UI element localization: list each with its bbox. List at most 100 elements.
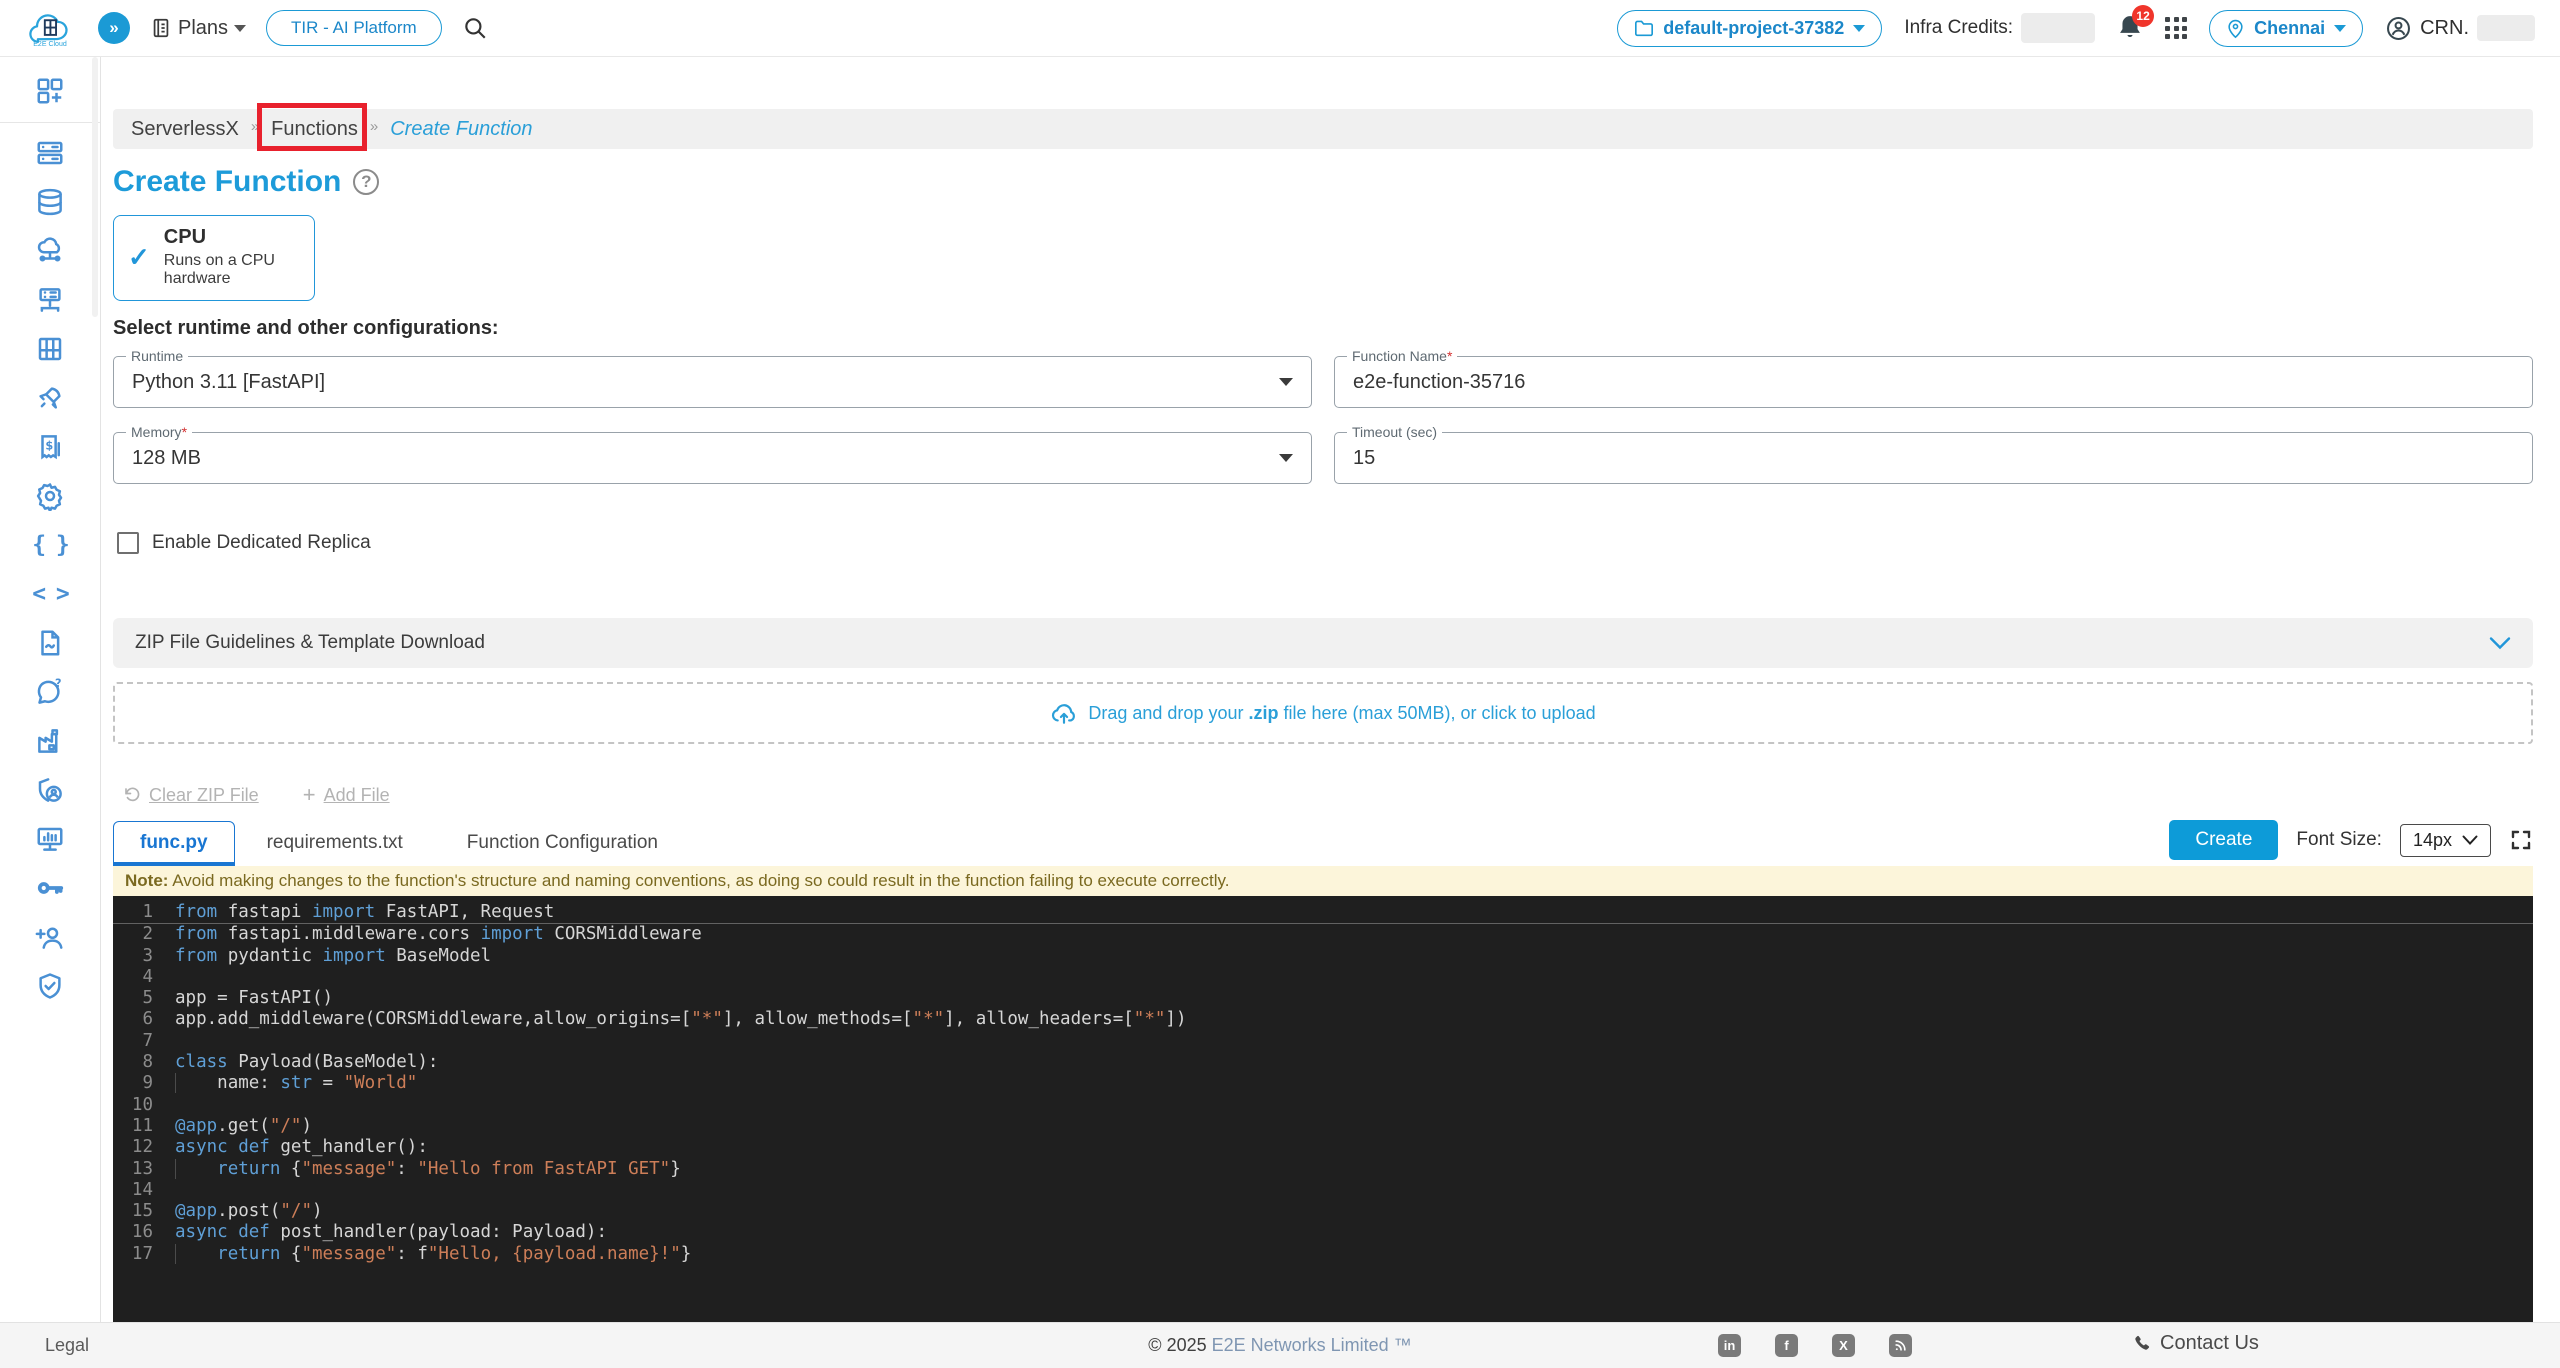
crn-account[interactable]: CRN. — [2385, 15, 2535, 42]
contact-us-link[interactable]: Contact Us — [2132, 1332, 2259, 1355]
sidebar-item-iam[interactable] — [30, 770, 70, 810]
code-line: 14 — [131, 1179, 153, 1200]
facebook-icon[interactable]: f — [1775, 1334, 1798, 1357]
e2e-cloud-logo[interactable]: E2E Cloud — [22, 9, 78, 48]
cloud-network-icon — [37, 237, 61, 262]
notification-badge: 12 — [2132, 5, 2155, 27]
note-label: Note: — [125, 871, 169, 890]
breadcrumb-functions-label: Functions — [271, 117, 358, 140]
code-line: 10 — [131, 1094, 153, 1115]
linkedin-icon[interactable]: in — [1718, 1334, 1741, 1357]
sidebar-item-code[interactable]: < > — [30, 574, 70, 614]
sidebar-item-documents[interactable] — [30, 623, 70, 663]
code-line: 2 from fastapi.middleware.cors import COR… — [142, 924, 702, 945]
sidebar-item-cloud-network[interactable] — [30, 231, 70, 271]
sidebar-item-launch-rocket[interactable] — [30, 378, 70, 418]
factory-icon — [38, 729, 59, 753]
dropzone-text: Drag and drop your .zip file here (max 5… — [1088, 702, 1596, 723]
region-selector[interactable]: Chennai — [2209, 9, 2364, 47]
tir-ai-platform-button[interactable]: TIR - AI Platform — [266, 10, 442, 46]
code-line: 13 return {"message": "Hello from FastAP… — [131, 1158, 681, 1179]
chevron-down-icon — [2462, 835, 2478, 845]
sidebar-item-server-network[interactable] — [30, 280, 70, 320]
zip-dropzone[interactable]: Drag and drop your .zip file here (max 5… — [113, 682, 2533, 744]
database-icon — [38, 188, 62, 216]
editor-note: Note: Avoid making changes to the functi… — [113, 866, 2533, 896]
sidebar-item-add-user[interactable] — [30, 917, 70, 957]
monitor-chart-icon — [37, 827, 63, 851]
create-button[interactable]: Create — [2169, 820, 2279, 860]
crn-value-redacted — [2477, 15, 2535, 41]
sidebar-item-billing[interactable]: $ — [30, 427, 70, 467]
tab-requirements-txt[interactable]: requirements.txt — [235, 820, 435, 866]
cpu-hardware-card[interactable]: ✓ CPU Runs on a CPU hardware — [113, 215, 315, 301]
tab-func-py[interactable]: func.py — [113, 821, 235, 866]
notifications-button[interactable]: 12 — [2117, 5, 2155, 42]
gear-icon — [36, 483, 63, 511]
code-line: 3 from pydantic import BaseModel — [142, 945, 492, 966]
dedicated-replica-option[interactable]: Enable Dedicated Replica — [117, 532, 2533, 554]
function-name-field[interactable]: Function Name* e2e-function-35716 — [1334, 348, 2533, 408]
clear-zip-button[interactable]: Clear ZIP File — [123, 785, 259, 806]
code-brackets-icon: < > — [32, 581, 70, 607]
dedicated-replica-checkbox[interactable] — [117, 532, 139, 554]
sidebar-item-dashboard[interactable] — [30, 71, 70, 111]
cloud-upload-icon — [1052, 704, 1076, 724]
sidebar-item-api[interactable]: { } — [30, 525, 70, 565]
add-user-icon — [35, 927, 63, 949]
sidebar-item-compute-nodes[interactable] — [30, 133, 70, 173]
breadcrumb-separator: » — [369, 117, 379, 135]
sidebar-item-security[interactable] — [30, 966, 70, 1006]
runtime-value: Python 3.11 [FastAPI] — [132, 370, 326, 393]
sidebar-item-database[interactable] — [30, 182, 70, 222]
server-network-icon — [39, 288, 61, 312]
tab-function-configuration[interactable]: Function Configuration — [435, 820, 690, 866]
search-icon[interactable] — [462, 15, 488, 41]
crn-label: CRN. — [2420, 16, 2469, 39]
timeout-label: Timeout (sec) — [1347, 424, 1443, 440]
help-icon[interactable]: ? — [353, 169, 380, 195]
code-line: 8 class Payload(BaseModel): — [142, 1052, 439, 1073]
legal-link[interactable]: Legal — [45, 1335, 89, 1356]
infra-credits-label: Infra Credits: — [1904, 17, 2014, 38]
social-links: in f X — [1718, 1334, 1912, 1357]
code-line: 11 @app.get("/") — [131, 1115, 312, 1136]
sidebar-item-support[interactable]: ? — [30, 672, 70, 712]
apps-grid-icon[interactable] — [2165, 17, 2188, 39]
timeout-value: 15 — [1353, 446, 1376, 469]
rss-icon[interactable] — [1889, 1334, 1912, 1357]
memory-select[interactable]: Memory* 128 MB — [113, 424, 1312, 484]
container-registry-icon — [38, 337, 62, 361]
sidebar-collapse-button[interactable]: » — [98, 12, 130, 44]
company-link[interactable]: E2E Networks Limited ™ — [1212, 1335, 1412, 1355]
breadcrumb-separator: » — [250, 117, 260, 135]
fullscreen-icon[interactable] — [2509, 828, 2533, 852]
sidebar-item-settings[interactable] — [30, 476, 70, 516]
sidebar-item-monitoring[interactable] — [30, 819, 70, 859]
breadcrumb-functions[interactable]: Functions — [257, 102, 368, 151]
sidebar-item-container-registry[interactable] — [30, 329, 70, 369]
curly-braces-icon: { } — [32, 532, 70, 558]
region-name: Chennai — [2254, 17, 2326, 38]
add-file-label: Add File — [323, 784, 390, 805]
timeout-field[interactable]: Timeout (sec) 15 — [1334, 424, 2533, 484]
breadcrumb-create-function[interactable]: Create Function — [390, 118, 532, 141]
logo-label: E2E Cloud — [33, 40, 67, 48]
zip-guidelines-accordion[interactable]: ZIP File Guidelines & Template Download — [113, 618, 2533, 668]
key-icon — [37, 882, 64, 894]
code-line: 9 name: str = "World" — [142, 1073, 418, 1094]
runtime-select[interactable]: Runtime Python 3.11 [FastAPI] — [113, 348, 1312, 408]
svg-text:?: ? — [55, 677, 62, 690]
add-file-button[interactable]: + Add File — [303, 782, 390, 808]
runtime-section-label: Select runtime and other configurations: — [113, 317, 499, 339]
breadcrumb-serverlessx[interactable]: ServerlessX — [131, 118, 239, 141]
project-selector[interactable]: default-project-37382 — [1617, 9, 1883, 47]
font-size-select[interactable]: 14px — [2399, 823, 2491, 857]
plans-menu[interactable]: Plans — [150, 16, 247, 40]
code-editor[interactable]: 1 from fastapi import FastAPI, Request 2 fr… — [113, 896, 2533, 1322]
x-twitter-icon[interactable]: X — [1832, 1334, 1855, 1357]
svg-text:$: $ — [45, 440, 53, 453]
check-icon: ✓ — [128, 241, 150, 272]
sidebar-item-factory[interactable] — [30, 721, 70, 761]
sidebar-item-api-tokens[interactable] — [30, 868, 70, 908]
